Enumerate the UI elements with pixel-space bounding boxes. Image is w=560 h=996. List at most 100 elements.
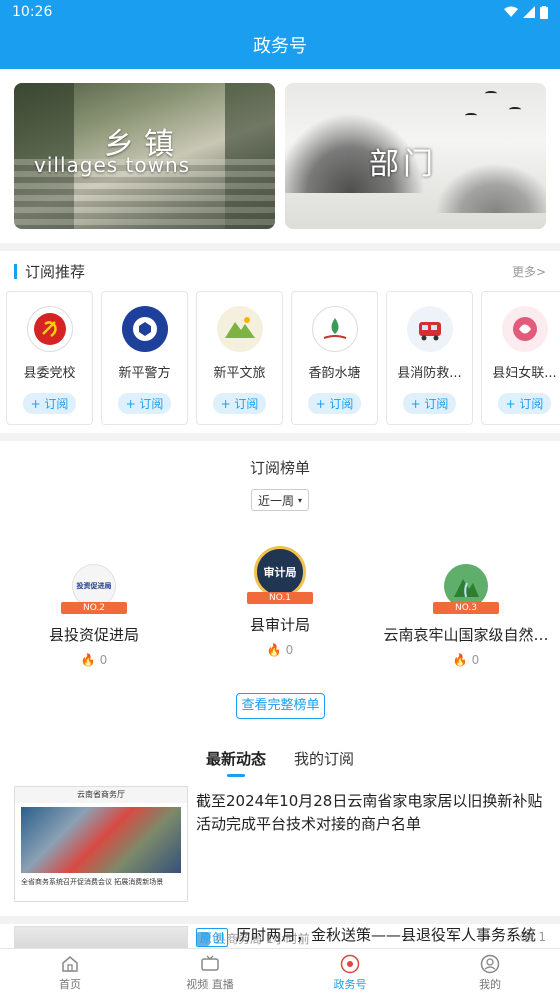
audit-emblem-icon: 审计局 <box>254 546 306 598</box>
flame-icon: 🔥 <box>80 653 96 667</box>
ranking-section: 订阅榜单 近一周 ▾ 投资促进局 NO.2 县投资促进局 🔥 0 审计局 NO.… <box>0 441 560 746</box>
recommend-item-name: 香韵水塘 <box>308 366 361 381</box>
gov-emblem-icon <box>340 954 360 973</box>
rank-ribbon: NO.2 <box>61 602 127 614</box>
flame-icon: 🔥 <box>452 653 468 667</box>
battery-icon <box>540 5 548 19</box>
recommend-section: 订阅推荐 更多> 县委党校 + 订阅 新平警方 + 订阅 新平文旅 + 订阅 香… <box>0 251 560 433</box>
thumbnail-header: 云南省商务厅 <box>15 787 187 803</box>
news-thumbnail: 云南省商务厅 全省商务系统召开促消费会议 拓展消费新场景 <box>14 786 188 902</box>
subscribe-button[interactable]: + 订阅 <box>117 393 172 414</box>
view-full-ranking-button[interactable]: 查看完整榜单 <box>236 693 325 719</box>
recommend-title-text: 订阅推荐 <box>25 262 86 281</box>
podium-heat-value: 0 <box>471 653 480 667</box>
recommend-item-name: 县消防救... <box>397 366 462 381</box>
flame-icon: 🔥 <box>266 643 282 657</box>
news-tabs: 最新动态 我的订阅 <box>0 736 560 780</box>
podium-name: 县投资促进局 <box>48 626 139 644</box>
status-icons <box>504 5 548 19</box>
tv-icon <box>201 955 219 971</box>
recommend-item[interactable]: 新平警方 + 订阅 <box>101 291 188 425</box>
original-tag: 原创 <box>196 928 229 947</box>
rank-ribbon: NO.3 <box>433 602 499 614</box>
recommend-item-name: 县妇女联... <box>492 366 557 381</box>
nav-home[interactable]: 首页 <box>0 949 140 996</box>
news-section: 最新动态 我的订阅 云南省商务厅 全省商务系统召开促消费会议 拓展消费新场景 截… <box>0 736 560 967</box>
recommend-item[interactable]: 县妇女联... + 订阅 <box>481 291 560 425</box>
podium-item-3[interactable]: NO.3 云南哀牢山国家级自然… 🔥 0 <box>380 564 552 667</box>
recommend-title: 订阅推荐 <box>14 261 85 282</box>
subscribe-button[interactable]: + 订阅 <box>307 393 362 414</box>
subscribe-button[interactable]: + 订阅 <box>212 393 267 414</box>
nav-gov-account[interactable]: 政务号 <box>280 949 420 996</box>
home-icon <box>62 955 78 972</box>
more-link[interactable]: 更多> <box>512 263 546 280</box>
bottom-nav: 首页 视频 直播 政务号 我的 <box>0 948 560 996</box>
party-emblem-icon <box>26 306 73 352</box>
page-title: 政务号 <box>253 36 307 57</box>
mountain-tourism-icon <box>216 306 263 352</box>
emblem-text: 投资促进局 <box>76 582 112 590</box>
nav-mine[interactable]: 我的 <box>420 949 560 996</box>
podium-heat-value: 0 <box>99 653 108 667</box>
wifi-icon <box>504 6 518 17</box>
news-item[interactable]: 云南省商务厅 全省商务系统召开促消费会议 拓展消费新场景 截至2024年10月2… <box>0 780 560 946</box>
water-pond-icon <box>311 306 358 352</box>
police-badge-icon <box>121 306 168 352</box>
user-icon <box>480 954 500 973</box>
subscribe-button[interactable]: + 订阅 <box>402 393 457 414</box>
bird-decoration <box>465 113 477 118</box>
recommend-item-name: 新平警方 <box>118 366 171 381</box>
podium-name: 县审计局 <box>249 616 310 634</box>
recommend-item[interactable]: 香韵水塘 + 订阅 <box>291 291 378 425</box>
villages-card[interactable]: 乡镇 villages towns <box>14 83 275 229</box>
recommend-item[interactable]: 县委党校 + 订阅 <box>6 291 93 425</box>
bird-decoration <box>485 91 497 96</box>
emblem-text: 审计局 <box>263 566 297 579</box>
nav-label: 政务号 <box>333 977 367 991</box>
app-page: 10:26 政务号 乡镇 villages towns 部门 订阅推荐 更多> … <box>0 0 560 996</box>
podium-heat: 🔥 0 <box>30 653 158 667</box>
recommend-item-name: 新平文旅 <box>213 366 266 381</box>
podium-heat: 🔥 0 <box>380 653 552 667</box>
villages-card-subtitle: villages towns <box>34 153 191 177</box>
news-title: 截至2024年10月28日云南省家电家居以旧换新补贴活动完成平台技术对接的商户名… <box>196 792 543 833</box>
caret-down-icon: ▾ <box>298 495 303 505</box>
bird-decoration <box>509 107 521 112</box>
tab-my-subscriptions[interactable]: 我的订阅 <box>294 748 354 769</box>
fire-truck-icon <box>406 306 453 352</box>
subscribe-button[interactable]: + 订阅 <box>22 393 77 414</box>
ranking-title: 订阅榜单 <box>249 459 310 477</box>
department-card[interactable]: 部门 <box>285 83 546 229</box>
podium-heat-value: 0 <box>285 643 294 657</box>
accent-bar <box>14 263 17 279</box>
signal-icon <box>523 6 535 18</box>
recommend-item-name: 县委党校 <box>23 366 76 381</box>
recommend-header: 订阅推荐 更多> <box>0 251 560 291</box>
rank-ribbon: NO.1 <box>247 592 313 604</box>
nav-label: 我的 <box>479 977 501 991</box>
podium-heat: 🔥 0 <box>216 643 344 657</box>
nav-label: 视频 直播 <box>186 977 234 991</box>
status-bar: 10:26 <box>0 0 560 24</box>
podium-item-2[interactable]: 投资促进局 NO.2 县投资促进局 🔥 0 <box>30 564 158 667</box>
tab-latest[interactable]: 最新动态 <box>206 748 266 769</box>
thumbnail-caption: 全省商务系统召开促消费会议 拓展消费新场景 <box>21 878 164 886</box>
status-time: 10:26 <box>12 4 53 20</box>
top-bar: 10:26 政务号 <box>0 0 560 69</box>
department-card-title: 部门 <box>369 147 437 182</box>
mountain-decoration <box>435 163 546 213</box>
recommend-item[interactable]: 新平文旅 + 订阅 <box>196 291 283 425</box>
recommend-list: 县委党校 + 订阅 新平警方 + 订阅 新平文旅 + 订阅 香韵水塘 + 订阅 … <box>0 291 560 425</box>
period-dropdown-value: 近一周 <box>257 493 294 508</box>
hero-section: 乡镇 villages towns 部门 <box>0 69 560 243</box>
podium-name: 云南哀牢山国家级自然… <box>383 626 549 644</box>
nav-label: 首页 <box>59 977 81 991</box>
period-dropdown[interactable]: 近一周 ▾ <box>251 489 309 511</box>
podium-item-1[interactable]: 审计局 NO.1 县审计局 🔥 0 <box>216 546 344 657</box>
thumbnail-photo <box>21 807 181 873</box>
subscribe-button[interactable]: + 订阅 <box>497 393 552 414</box>
recommend-item[interactable]: 县消防救... + 订阅 <box>386 291 473 425</box>
nav-video-live[interactable]: 视频 直播 <box>140 949 280 996</box>
ranking-podium: 投资促进局 NO.2 县投资促进局 🔥 0 审计局 NO.1 县审计局 🔥 0 <box>0 536 560 696</box>
